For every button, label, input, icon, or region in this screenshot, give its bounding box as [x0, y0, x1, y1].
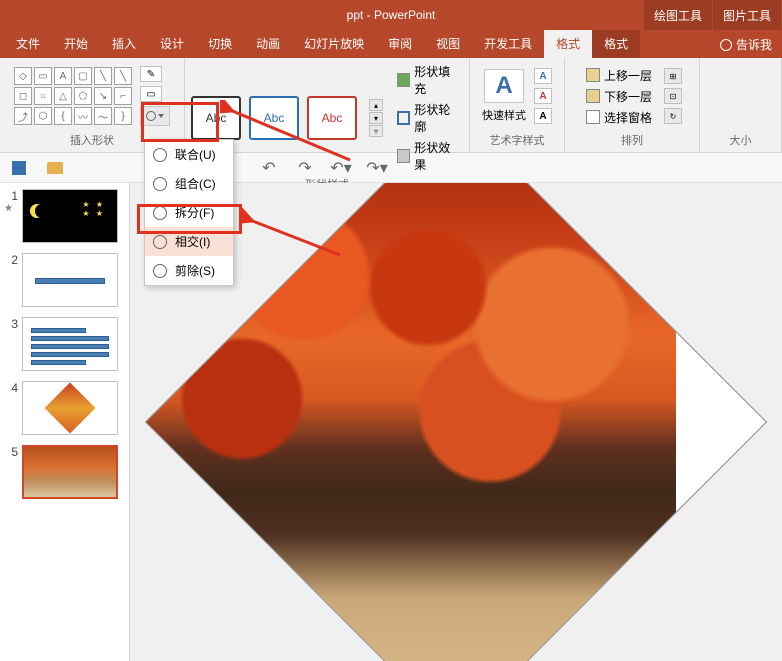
rotate-button[interactable]: ↻ — [664, 108, 682, 124]
tab-insert[interactable]: 插入 — [100, 30, 148, 58]
shape-menu: 形状填充 形状轮廓 形状效果 — [393, 62, 463, 174]
group-label: 排列 — [621, 130, 643, 150]
annotation-arrow-1 — [220, 100, 360, 170]
thumb-3[interactable]: 3 — [4, 317, 125, 371]
picture-tools-tab[interactable]: 图片工具 — [713, 0, 782, 30]
group-label: 大小 — [730, 130, 752, 150]
combine-icon — [153, 177, 167, 191]
gallery-more-icon[interactable]: ▿ — [369, 125, 383, 137]
ribbon: ◇▭A▢╲╲ ◻○△⬠↘⌐ ⤴⬡{〰〜} ✎ ▭ 插入形状 Abc Abc Ab… — [0, 58, 782, 153]
layer-icon — [586, 68, 600, 82]
edit-shape-icon[interactable]: ✎ — [140, 66, 162, 82]
thumb-2[interactable]: 2 — [4, 253, 125, 307]
bulb-icon — [720, 39, 732, 51]
ribbon-tabs: 文件 开始 插入 设计 切换 动画 幻灯片放映 审阅 视图 开发工具 格式 格式… — [0, 30, 782, 58]
tab-view[interactable]: 视图 — [424, 30, 472, 58]
tab-home[interactable]: 开始 — [52, 30, 100, 58]
save-icon — [12, 161, 26, 175]
group-size: 大小 — [700, 58, 782, 152]
gallery-spinner: ▴ ▾ ▿ — [369, 99, 383, 137]
tab-format-draw[interactable]: 格式 — [544, 30, 592, 58]
open-button[interactable] — [46, 159, 64, 177]
union-icon — [153, 148, 167, 162]
group-wordart: A 快速样式 A A A 艺术字样式 — [470, 58, 565, 152]
annotation-arrow-2 — [240, 195, 350, 265]
intersect-icon — [153, 235, 167, 249]
tab-transition[interactable]: 切换 — [196, 30, 244, 58]
text-box-icon[interactable]: ▭ — [140, 86, 162, 102]
contextual-tabs: 绘图工具 图片工具 — [644, 0, 782, 30]
shape-gallery[interactable]: ◇▭A▢╲╲ ◻○△⬠↘⌐ ⤴⬡{〰〜} — [14, 67, 132, 125]
highlight-intersect — [137, 204, 242, 234]
bring-forward-button[interactable]: 上移一层 — [582, 66, 656, 85]
tab-review[interactable]: 审阅 — [376, 30, 424, 58]
save-button[interactable] — [10, 159, 28, 177]
group-button[interactable]: ⊡ — [664, 88, 682, 104]
window-title: ppt - PowerPoint — [347, 8, 436, 22]
layer-icon — [586, 89, 600, 103]
subtract-icon — [153, 264, 167, 278]
tell-me-label: 告诉我 — [736, 36, 772, 53]
tab-format-pic[interactable]: 格式 — [592, 30, 640, 58]
tab-slideshow[interactable]: 幻灯片放映 — [292, 30, 376, 58]
outline-icon — [397, 111, 410, 125]
workspace: 1★ ★ ★★ ★ 2 3 4 5 — [0, 183, 782, 661]
merge-combine[interactable]: 组合(C) — [145, 169, 233, 198]
pane-icon — [586, 110, 600, 124]
quick-styles-button[interactable]: A — [484, 69, 523, 103]
tab-file[interactable]: 文件 — [4, 30, 52, 58]
folder-icon — [47, 162, 63, 174]
group-arrange: 上移一层 下移一层 选择窗格 ⊞ ⊡ ↻ 排列 — [565, 58, 700, 152]
thumb-4[interactable]: 4 — [4, 381, 125, 435]
shape-outline-button[interactable]: 形状轮廓 — [393, 100, 463, 136]
diamond-image[interactable] — [145, 183, 767, 661]
group-label: 插入形状 — [70, 130, 114, 150]
title-bar: ppt - PowerPoint 绘图工具 图片工具 — [0, 0, 782, 30]
send-backward-button[interactable]: 下移一层 — [582, 87, 656, 106]
merge-subtract[interactable]: 剪除(S) — [145, 256, 233, 285]
animation-star-icon: ★ — [4, 203, 18, 214]
gallery-up-icon[interactable]: ▴ — [369, 99, 383, 111]
thumb-5[interactable]: 5 — [4, 445, 125, 499]
text-fill-button[interactable]: A — [534, 68, 552, 84]
tell-me[interactable]: 告诉我 — [714, 31, 778, 58]
highlight-merge-button — [141, 102, 219, 142]
text-outline-button[interactable]: A — [534, 88, 552, 104]
tab-design[interactable]: 设计 — [148, 30, 196, 58]
slide-thumbnails[interactable]: 1★ ★ ★★ ★ 2 3 4 5 — [0, 183, 130, 661]
selection-pane-button[interactable]: 选择窗格 — [582, 108, 656, 127]
shape-effect-button[interactable]: 形状效果 — [393, 138, 463, 174]
align-button[interactable]: ⊞ — [664, 68, 682, 84]
tab-developer[interactable]: 开发工具 — [472, 30, 544, 58]
gallery-down-icon[interactable]: ▾ — [369, 112, 383, 124]
thumb-1[interactable]: 1★ ★ ★★ ★ — [4, 189, 125, 243]
text-effect-button[interactable]: A — [534, 108, 552, 124]
group-label: 艺术字样式 — [490, 130, 545, 150]
drawing-tools-tab[interactable]: 绘图工具 — [644, 0, 713, 30]
effect-icon — [397, 149, 410, 163]
bucket-icon — [397, 73, 410, 87]
shape-fill-button[interactable]: 形状填充 — [393, 62, 463, 98]
tab-animation[interactable]: 动画 — [244, 30, 292, 58]
